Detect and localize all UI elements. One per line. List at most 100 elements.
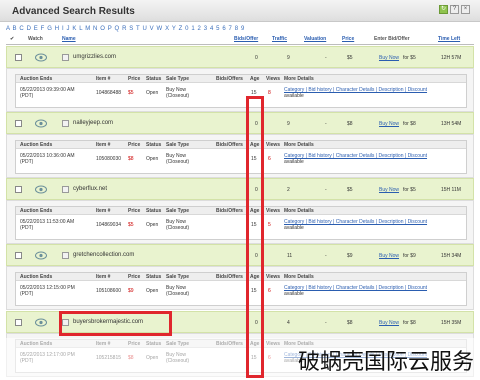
row-details: Auction Ends Item # Price Status Sale Ty…: [6, 200, 474, 244]
hdr-views: Views: [266, 341, 281, 347]
domain-row[interactable]: gretchencollection.com 0 11 - $9 Buy Now…: [6, 244, 474, 266]
details-header: Auction Ends Item # Price Status Sale Ty…: [16, 273, 466, 281]
hdr-views: Views: [266, 76, 281, 82]
select-all-checkbox[interactable]: ✔: [10, 36, 14, 42]
col-time-left[interactable]: Time Left: [438, 36, 460, 42]
alphabet-filter[interactable]: A B C D E F G H I J K L M N O P Q R S T …: [6, 26, 245, 32]
refresh-icon[interactable]: ↻: [439, 5, 448, 14]
traffic-value: 2: [287, 187, 290, 193]
col-name[interactable]: Name: [62, 36, 76, 42]
hdr-status: Status: [146, 76, 162, 82]
window-controls: ↻ ? ×: [439, 5, 470, 14]
row-details: Auction Ends Item # Price Status Sale Ty…: [6, 134, 474, 178]
help-icon[interactable]: ?: [450, 5, 459, 14]
watch-eye-icon[interactable]: [35, 119, 47, 128]
col-watch: Watch: [28, 36, 43, 42]
hdr-price: Price: [128, 142, 141, 148]
sale-type-sub: (Closeout): [166, 159, 190, 165]
hdr-price: Price: [128, 208, 141, 214]
domain-row[interactable]: nalleyjeep.com 0 9 - $8 Buy Now for $8 1…: [6, 112, 474, 134]
hdr-views: Views: [266, 274, 281, 280]
views: 5: [268, 222, 271, 228]
details-header: Auction Ends Item # Price Status Sale Ty…: [16, 75, 466, 83]
hdr-auction-ends: Auction Ends: [20, 76, 53, 82]
watch-eye-icon[interactable]: [35, 251, 47, 260]
more-details-links[interactable]: Category | Bid history | Character Detai…: [284, 153, 427, 159]
price-value: $5: [347, 187, 353, 193]
domain-name[interactable]: nalleyjeep.com: [73, 120, 113, 126]
status: Open: [146, 222, 159, 228]
details-header: Auction Ends Item # Price Status Sale Ty…: [16, 207, 466, 215]
more-details-links[interactable]: Category | Bid history | Character Detai…: [284, 285, 427, 291]
column-headers: ✔ Watch Name Bids/Offer Traffic Valuatio…: [6, 35, 474, 45]
hdr-auction-ends: Auction Ends: [20, 208, 53, 214]
domain-name[interactable]: gretchencollection.com: [73, 252, 134, 258]
more-details-text[interactable]: Category | Bid history | Character Detai…: [284, 87, 427, 93]
favicon-icon: [62, 186, 69, 193]
watch-eye-icon[interactable]: [35, 318, 47, 327]
auction-ends-tz: (PDT): [20, 291, 34, 297]
hdr-sale-type: Sale Type: [166, 142, 189, 148]
domain-name[interactable]: buyersbrokermajestic.com: [73, 319, 143, 325]
window-title: Advanced Search Results: [12, 6, 135, 17]
more-details-text[interactable]: Category | Bid history | Character Detai…: [284, 219, 427, 225]
bids-count: 0: [255, 121, 258, 127]
buy-now-price: for $8: [403, 320, 416, 326]
row-checkbox[interactable]: [15, 54, 22, 61]
col-price[interactable]: Price: [342, 36, 354, 42]
hdr-item: Item #: [96, 341, 111, 347]
row-details: Auction Ends Item # Price Status Sale Ty…: [6, 266, 474, 310]
traffic-value: 4: [287, 320, 290, 326]
row-checkbox[interactable]: [15, 252, 22, 259]
more-details-text[interactable]: Category | Bid history | Character Detai…: [284, 285, 427, 291]
hdr-item: Item #: [96, 208, 111, 214]
row-checkbox[interactable]: [15, 120, 22, 127]
domain-row[interactable]: umgrizzlies.com 0 9 - $5 Buy Now for $5 …: [6, 46, 474, 68]
age: 15: [251, 288, 257, 294]
more-details-links[interactable]: Category | Bid history | Character Detai…: [284, 219, 427, 225]
favicon-icon: [62, 120, 69, 127]
hdr-sale-type: Sale Type: [166, 341, 189, 347]
col-traffic[interactable]: Traffic: [272, 36, 287, 42]
traffic-value: 9: [287, 121, 290, 127]
watch-eye-icon[interactable]: [35, 185, 47, 194]
col-valuation[interactable]: Valuation: [304, 36, 326, 42]
more-details-text[interactable]: Category | Bid history | Character Detai…: [284, 153, 427, 159]
hdr-status: Status: [146, 341, 162, 347]
hdr-bids: Bids/Offers: [216, 142, 243, 148]
details-box: Auction Ends Item # Price Status Sale Ty…: [15, 140, 467, 174]
domain-row[interactable]: cyberflux.net 0 2 - $5 Buy Now for $5 15…: [6, 178, 474, 200]
detail-price: $9: [128, 288, 134, 294]
buy-now-link[interactable]: Buy Now: [379, 55, 399, 61]
watch-eye-icon[interactable]: [35, 53, 47, 62]
domain-row[interactable]: buyersbrokermajestic.com 0 4 - $8 Buy No…: [6, 311, 474, 333]
time-left: 12H 57M: [441, 55, 462, 61]
buy-now-link[interactable]: Buy Now: [379, 121, 399, 127]
row-checkbox[interactable]: [15, 319, 22, 326]
buy-now-price: for $5: [403, 187, 416, 193]
hdr-price: Price: [128, 341, 141, 347]
buy-now-link[interactable]: Buy Now: [379, 187, 399, 193]
hdr-age: Age: [250, 341, 260, 347]
hdr-auction-ends: Auction Ends: [20, 274, 53, 280]
discount-available: available: [284, 159, 304, 165]
valuation-value: -: [325, 253, 327, 259]
buy-now-link[interactable]: Buy Now: [379, 320, 399, 326]
hdr-sale-type: Sale Type: [166, 208, 189, 214]
row-checkbox[interactable]: [15, 186, 22, 193]
time-left: 15H 34M: [441, 253, 462, 259]
auction-ends-tz: (PDT): [20, 358, 34, 364]
domain-name[interactable]: cyberflux.net: [73, 186, 107, 192]
col-enter-bid: Enter Bid/Offer: [374, 36, 410, 42]
bids-count: 0: [255, 187, 258, 193]
close-icon[interactable]: ×: [461, 5, 470, 14]
domain-name[interactable]: umgrizzlies.com: [73, 54, 116, 60]
time-left: 13H 54M: [441, 121, 462, 127]
more-details-links[interactable]: Category | Bid history | Character Detai…: [284, 87, 427, 93]
hdr-more: More Details: [284, 142, 314, 148]
buy-now-link[interactable]: Buy Now: [379, 253, 399, 259]
age: 15: [251, 222, 257, 228]
age: 15: [251, 355, 257, 361]
hdr-age: Age: [250, 142, 260, 148]
col-bids-offer[interactable]: Bids/Offer: [234, 36, 258, 42]
